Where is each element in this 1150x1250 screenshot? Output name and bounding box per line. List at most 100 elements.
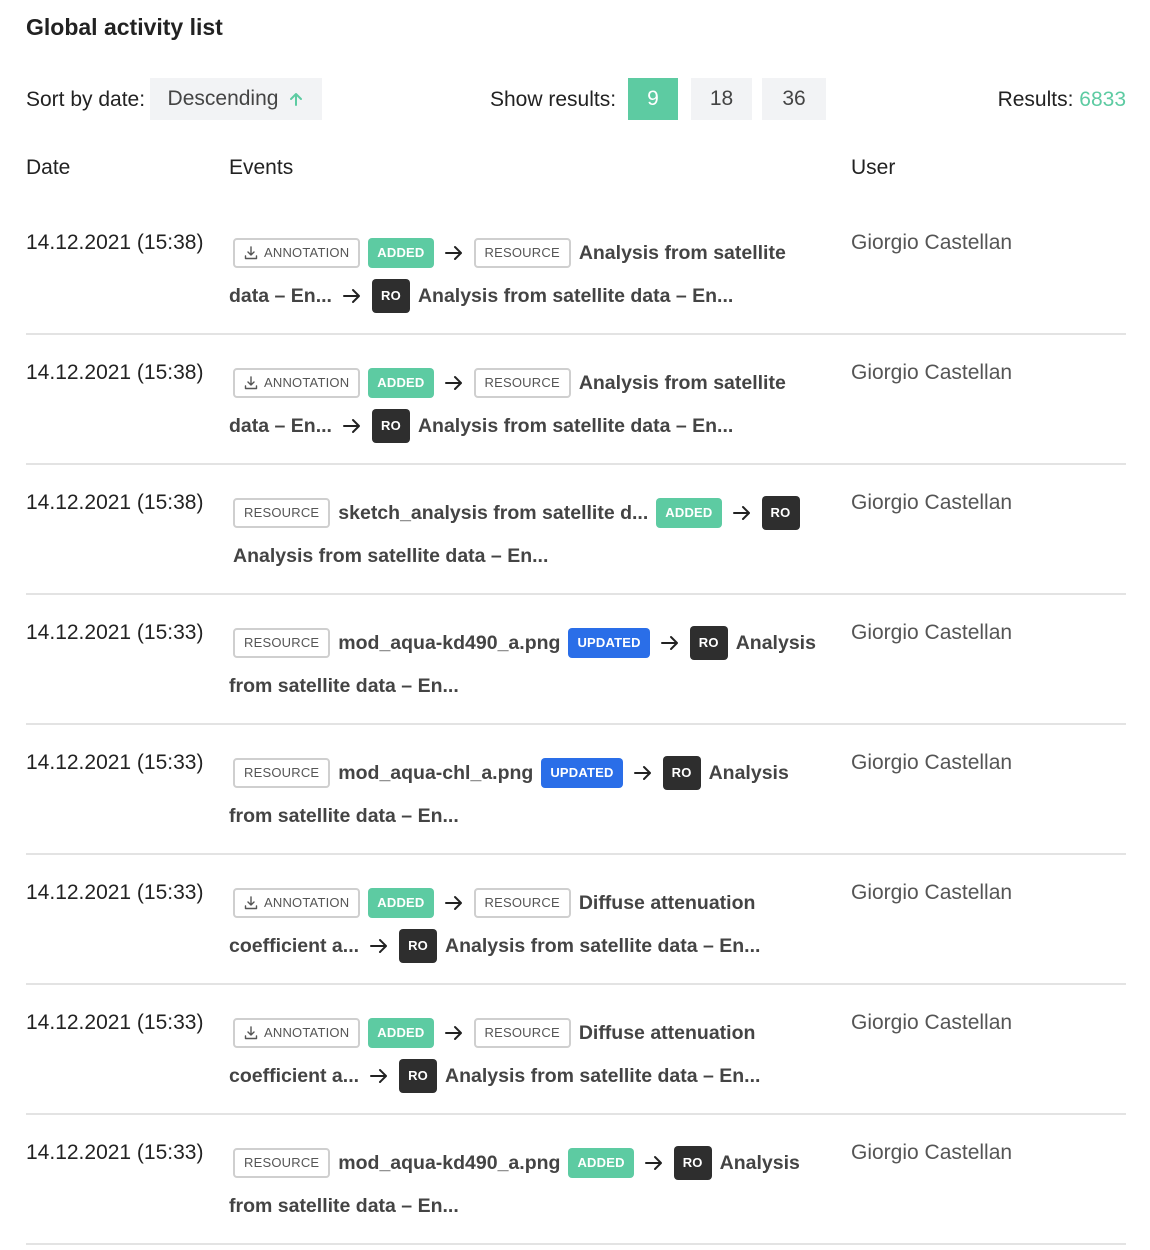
event-target-link[interactable]: Analysis from satellite data – En... (418, 415, 733, 437)
activity-events: RESOURCE mod_aqua-chl_a.png UPDATED RO Analy… (229, 751, 829, 837)
badge-label: RESOURCE (484, 245, 560, 261)
activity-date: 14.12.2021 (15:38) (26, 491, 204, 514)
badge-label: ANNOTATION (264, 375, 350, 391)
sort-label: Sort by date: (26, 88, 146, 111)
resource-badge: RESOURCE (233, 1147, 331, 1178)
activity-row: 14.12.2021 (15:38) ANNOTATION ADDED RESOURC… (26, 205, 1126, 335)
added-badge: ADDED (656, 497, 722, 528)
activity-user[interactable]: Giorgio Castellan (851, 751, 1012, 775)
annotation-badge: ANNOTATION (233, 887, 361, 918)
arrow-right-icon (732, 505, 750, 520)
badge-label: ADDED (377, 895, 425, 911)
badge-label: RO (698, 635, 719, 651)
activity-date: 14.12.2021 (15:33) (26, 1141, 204, 1164)
activity-user[interactable]: Giorgio Castellan (851, 881, 1012, 905)
page-size-9-button[interactable]: 9 (628, 78, 678, 120)
arrow-right-icon (633, 765, 651, 780)
activity-row: 14.12.2021 (15:33) RESOURCE mod_aqua-kd490… (26, 595, 1126, 725)
page-size-18-button[interactable]: 18 (691, 78, 752, 120)
activity-list: 14.12.2021 (15:38) ANNOTATION ADDED RESOURC… (26, 205, 1126, 1245)
annotation-badge: ANNOTATION (233, 237, 361, 268)
arrow-up-icon (290, 93, 303, 106)
updated-badge: UPDATED (541, 757, 623, 788)
event-target-link[interactable]: mod_aqua-chl_a.png (338, 762, 533, 784)
event-target-link[interactable]: mod_aqua-kd490_a.png (338, 632, 560, 654)
download-icon (244, 896, 258, 910)
added-badge: ADDED (368, 887, 434, 918)
activity-user[interactable]: Giorgio Castellan (851, 361, 1012, 385)
badge-label: RESOURCE (244, 505, 320, 521)
column-header-date: Date (26, 156, 71, 179)
ro-badge: RO (399, 928, 438, 963)
badge-label: ADDED (577, 1155, 625, 1171)
badge-label: RESOURCE (244, 1155, 320, 1171)
arrow-right-icon (370, 938, 388, 953)
results-summary: Results: 6833 (998, 88, 1126, 112)
badge-label: ADDED (377, 375, 425, 391)
added-badge: ADDED (368, 1017, 434, 1048)
badge-label: RESOURCE (244, 765, 320, 781)
badge-label: RO (770, 505, 791, 521)
arrow-right-icon (444, 245, 462, 260)
badge-label: RO (671, 765, 692, 781)
arrow-right-icon (342, 288, 360, 303)
badge-label: ANNOTATION (264, 895, 350, 911)
added-badge: ADDED (368, 237, 434, 268)
activity-row: 14.12.2021 (15:33) RESOURCE mod_aqua-chl_a… (26, 725, 1126, 855)
activity-date: 14.12.2021 (15:33) (26, 1011, 204, 1034)
badge-label: RESOURCE (244, 635, 320, 651)
added-badge: ADDED (568, 1147, 634, 1178)
arrow-right-icon (370, 1068, 388, 1083)
ro-badge: RO (371, 408, 410, 443)
event-target-link[interactable]: Analysis from satellite data – En... (233, 545, 548, 567)
sort-order-value: Descending (167, 87, 279, 110)
activity-date: 14.12.2021 (15:38) (26, 231, 204, 254)
badge-label: ADDED (377, 1025, 425, 1041)
arrow-right-icon (444, 375, 462, 390)
activity-events: RESOURCE mod_aqua-kd490_a.png ADDED RO Analy… (229, 1141, 829, 1227)
resource-badge: RESOURCE (233, 757, 331, 788)
badge-label: ADDED (377, 245, 425, 261)
event-target-link[interactable]: Analysis from satellite data – En... (445, 935, 760, 957)
activity-user[interactable]: Giorgio Castellan (851, 1141, 1012, 1165)
activity-events: ANNOTATION ADDED RESOURCE Diffuse attenuati… (229, 881, 829, 967)
activity-user[interactable]: Giorgio Castellan (851, 491, 1012, 515)
arrow-right-icon (644, 1155, 662, 1170)
results-label: Results: (997, 88, 1074, 111)
download-icon (244, 246, 258, 260)
ro-badge: RO (371, 278, 410, 313)
show-results-label: Show results: (490, 88, 617, 111)
activity-row: 14.12.2021 (15:33) RESOURCE mod_aqua-kd490… (26, 1115, 1126, 1245)
arrow-right-icon (444, 1025, 462, 1040)
activity-user[interactable]: Giorgio Castellan (851, 621, 1012, 645)
page-title: Global activity list (26, 14, 223, 40)
resource-badge: RESOURCE (233, 497, 331, 528)
badge-label: RO (682, 1155, 703, 1171)
activity-date: 14.12.2021 (15:33) (26, 621, 204, 644)
resource-badge: RESOURCE (473, 367, 571, 398)
download-icon (244, 376, 258, 390)
badge-label: ADDED (665, 505, 713, 521)
resource-badge: RESOURCE (473, 1017, 571, 1048)
event-target-link[interactable]: Analysis from satellite data – En... (418, 285, 733, 307)
ro-badge: RO (673, 1145, 712, 1180)
event-target-link[interactable]: mod_aqua-kd490_a.png (338, 1152, 560, 1174)
arrow-right-icon (342, 418, 360, 433)
activity-events: RESOURCE sketch_analysis from satellite d… (229, 491, 829, 577)
badge-label: ANNOTATION (264, 1025, 350, 1041)
event-target-link[interactable]: sketch_analysis from satellite d... (338, 502, 648, 524)
resource-badge: RESOURCE (473, 237, 571, 268)
activity-date: 14.12.2021 (15:33) (26, 881, 204, 904)
page-size-36-button[interactable]: 36 (762, 78, 826, 120)
activity-row: 14.12.2021 (15:38) RESOURCE sketch_analysi… (26, 465, 1126, 595)
activity-user[interactable]: Giorgio Castellan (851, 1011, 1012, 1035)
ro-badge: RO (689, 625, 728, 660)
sort-order-dropdown[interactable]: Descending (150, 78, 322, 120)
activity-user[interactable]: Giorgio Castellan (851, 231, 1012, 255)
download-icon (244, 1026, 258, 1040)
resource-badge: RESOURCE (473, 887, 571, 918)
ro-badge: RO (761, 495, 800, 530)
activity-events: ANNOTATION ADDED RESOURCE Analysis from sat… (229, 361, 829, 447)
event-target-link[interactable]: Analysis from satellite data – En... (445, 1065, 760, 1087)
badge-label: ANNOTATION (264, 245, 350, 261)
